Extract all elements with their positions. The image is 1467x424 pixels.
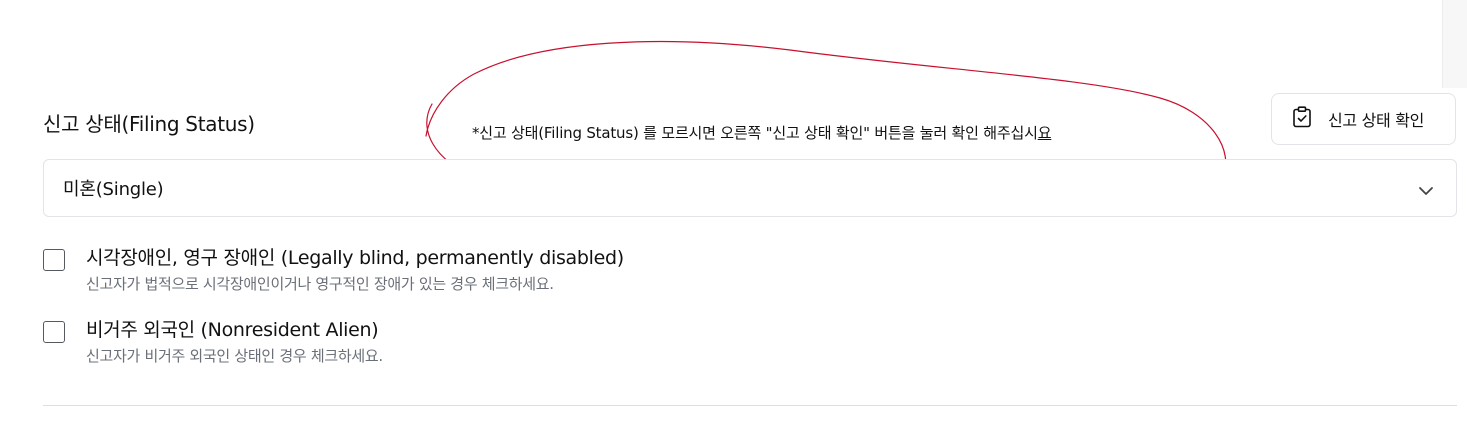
help-note-text: *신고 상태(Filing Status) 를 모르시면 오른쪽 "신고 상태 … xyxy=(472,124,1038,142)
check-filing-status-button-label: 신고 상태 확인 xyxy=(1328,111,1425,130)
nonresident-alien-description: 신고자가 비거주 외국인 상태인 경우 체크하세요. xyxy=(86,347,383,365)
legally-blind-description: 신고자가 법적으로 시각장애인이거나 영구적인 장애가 있는 경우 체크하세요. xyxy=(86,275,554,293)
nonresident-alien-option: 비거주 외국인 (Nonresident Alien) 신고자가 비거주 외국인… xyxy=(43,318,383,365)
scrollbar[interactable] xyxy=(1442,0,1467,88)
filing-status-select[interactable]: 미혼(Single) xyxy=(43,159,1457,217)
filing-status-label: 신고 상태(Filing Status) xyxy=(43,112,255,136)
filing-status-section: 신고 상태(Filing Status) *신고 상태(Filing Statu… xyxy=(0,0,1467,424)
help-note-text-end: 요 xyxy=(1037,124,1052,142)
nonresident-alien-checkbox[interactable] xyxy=(43,321,65,343)
nonresident-alien-title: 비거주 외국인 (Nonresident Alien) xyxy=(86,319,379,341)
filing-status-help-note: *신고 상태(Filing Status) 를 모르시면 오른쪽 "신고 상태 … xyxy=(472,122,1052,143)
filing-status-selected-value: 미혼(Single) xyxy=(63,179,164,200)
legally-blind-title: 시각장애인, 영구 장애인 (Legally blind, permanentl… xyxy=(86,247,624,269)
check-filing-status-button[interactable]: 신고 상태 확인 xyxy=(1271,93,1456,145)
chevron-down-icon xyxy=(1418,181,1434,200)
legally-blind-option: 시각장애인, 영구 장애인 (Legally blind, permanentl… xyxy=(43,246,624,293)
legally-blind-checkbox[interactable] xyxy=(43,249,65,271)
section-divider xyxy=(43,405,1457,406)
clipboard-check-icon xyxy=(1292,106,1312,132)
